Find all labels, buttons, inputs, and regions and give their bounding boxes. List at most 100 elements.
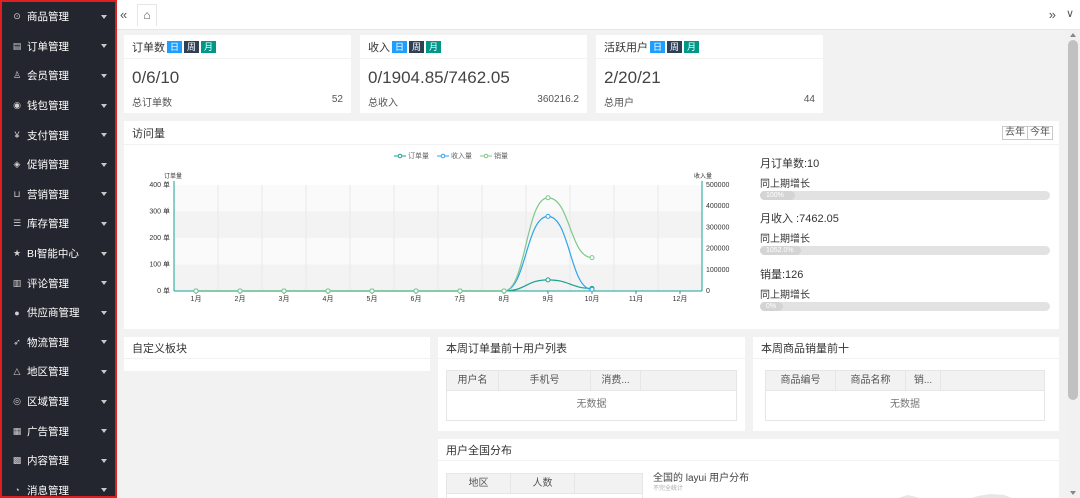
sidebar-item[interactable]: ◔ 消息管理 [2,476,115,497]
this-year-button[interactable]: 今年 [1027,126,1053,140]
week-button[interactable]: 周 [667,40,683,53]
month-button[interactable]: 月 [684,40,700,53]
month-button[interactable]: 月 [201,40,217,53]
chevron-down-icon [101,429,107,434]
sidebar-item[interactable]: ⊙ 商品管理 [2,2,115,32]
stat-value: 2/20/21 [604,68,661,87]
sidebar-item[interactable]: ¥ 支付管理 [2,120,115,150]
map-subtitle: 不完全统计 [653,486,684,492]
column-username[interactable]: 用户名 [447,371,499,390]
top-products-title: 本周商品销量前十 [753,337,1059,359]
scroll-tabs-left-icon[interactable]: « [120,7,127,22]
scroll-thumb[interactable] [1068,40,1078,400]
scroll-up-icon[interactable] [1070,33,1076,37]
sidebar-item[interactable]: ▤ 订单管理 [2,32,115,62]
sidebar-item-label: 消息管理 [27,484,69,497]
progress-text: 0% [766,303,777,310]
stat-total-label: 总用户 [604,98,634,109]
tab-options-icon[interactable]: ∨ [1066,7,1074,20]
home-tab-icon[interactable]: ⌂ [137,4,157,26]
sidebar-item[interactable]: ● 供应商管理 [2,298,115,328]
x-tick-label: 10月 [585,295,600,303]
growth-metric: 月订单数:10 同上期增长 100% [760,155,1060,200]
sidebar-item[interactable]: ▥ 评论管理 [2,268,115,298]
stat-header: 收入日周月 [360,35,587,59]
column-region[interactable]: 地区 [447,474,511,493]
column-product-id[interactable]: 商品编号 [766,371,836,390]
growth-metric: 月收入 :7462.05 同上期增长 1052.0% [760,210,1060,255]
sidebar-item[interactable]: ➶ 物流管理 [2,328,115,358]
sidebar-item[interactable]: ★ BI智能中心 [2,239,115,269]
x-tick-label: 3月 [279,295,290,303]
day-button[interactable]: 日 [650,40,666,53]
active-users-stat-card: 活跃用户日周月 2/20/21 总用户 44 [596,35,823,113]
last-year-button[interactable]: 去年 [1002,126,1028,140]
sidebar-item-label: 商品管理 [27,11,69,24]
data-point [589,286,595,292]
stat-total-value: 52 [331,94,343,105]
menu-icon: ➶ [13,336,21,347]
sidebar-item[interactable]: ◈ 促销管理 [2,150,115,180]
progress-bar: 100% [760,191,1050,200]
stat-total-label: 总订单数 [132,98,172,109]
table-header: 商品编号 商品名称 销... [766,371,1044,391]
stat-header: 活跃用户日周月 [596,35,823,59]
column-count[interactable]: 人数 [511,474,575,493]
day-button[interactable]: 日 [167,40,183,53]
y-right-tick-label: 0 [706,288,710,295]
x-tick-label: 12月 [673,295,688,303]
data-point [281,288,287,294]
sidebar-item[interactable]: ♙ 会员管理 [2,61,115,91]
top-users-table: 用户名 手机号 消费... 无数据 [446,370,737,421]
chevron-down-icon [101,133,107,138]
data-point [501,288,507,294]
y-right-tick-label: 400000 [706,203,729,210]
sidebar-item[interactable]: ◉ 钱包管理 [2,91,115,121]
column-phone[interactable]: 手机号 [499,371,591,390]
sidebar-item[interactable]: ⊔ 营销管理 [2,180,115,210]
sidebar-item[interactable]: ☰ 库存管理 [2,209,115,239]
x-tick-label: 6月 [411,295,422,303]
week-button[interactable]: 周 [409,40,425,53]
progress-bar: 0% [760,302,1050,311]
day-button[interactable]: 日 [392,40,408,53]
distribution-title: 用户全国分布 [438,439,1059,461]
sidebar-item[interactable]: △ 地区管理 [2,357,115,387]
menu-icon: ◈ [13,159,21,170]
sidebar-item[interactable]: ▩ 内容管理 [2,446,115,476]
menu-icon: ● [14,307,20,318]
month-button[interactable]: 月 [426,40,442,53]
sidebar-item[interactable]: ◎ 区域管理 [2,387,115,417]
column-sales[interactable]: 销... [906,371,941,390]
column-spend[interactable]: 消费... [591,371,641,390]
chevron-down-icon [101,488,107,493]
chevron-down-icon [101,103,107,108]
metric-subtitle: 同上期增长 [760,290,810,301]
scroll-tabs-right-icon[interactable]: » [1049,7,1056,22]
scroll-down-icon[interactable] [1070,491,1076,495]
x-tick-label: 1月 [191,295,202,303]
week-button[interactable]: 周 [184,40,200,53]
page-scrollbar[interactable] [1066,30,1080,498]
stat-title: 订单数 [132,41,165,54]
data-point [589,255,595,261]
chevron-down-icon [101,73,107,78]
progress-text: 100% [766,192,784,199]
menu-icon: △ [13,366,21,377]
data-point [413,288,419,294]
y-right-tick-label: 200000 [706,246,729,253]
chevron-down-icon [101,192,107,197]
top-users-title: 本周订单量前十用户列表 [438,337,745,359]
chevron-down-icon [101,162,107,167]
progress-bar: 1052.0% [760,246,1050,255]
sidebar-item[interactable]: ▦ 广告管理 [2,416,115,446]
sidebar-item-label: 区域管理 [27,396,69,409]
data-point [325,288,331,294]
sidebar-item-label: 内容管理 [27,455,69,468]
empty-state: 无数据 [576,399,607,410]
distribution-card: 用户全国分布 地区 人数 全国的 layui 用户分布 不完全统计 [438,439,1059,498]
column-product-name[interactable]: 商品名称 [836,371,906,390]
sidebar-item-label: 会员管理 [27,70,69,83]
sidebar-item-label: 钱包管理 [27,100,69,113]
table-header: 用户名 手机号 消费... [447,371,736,391]
